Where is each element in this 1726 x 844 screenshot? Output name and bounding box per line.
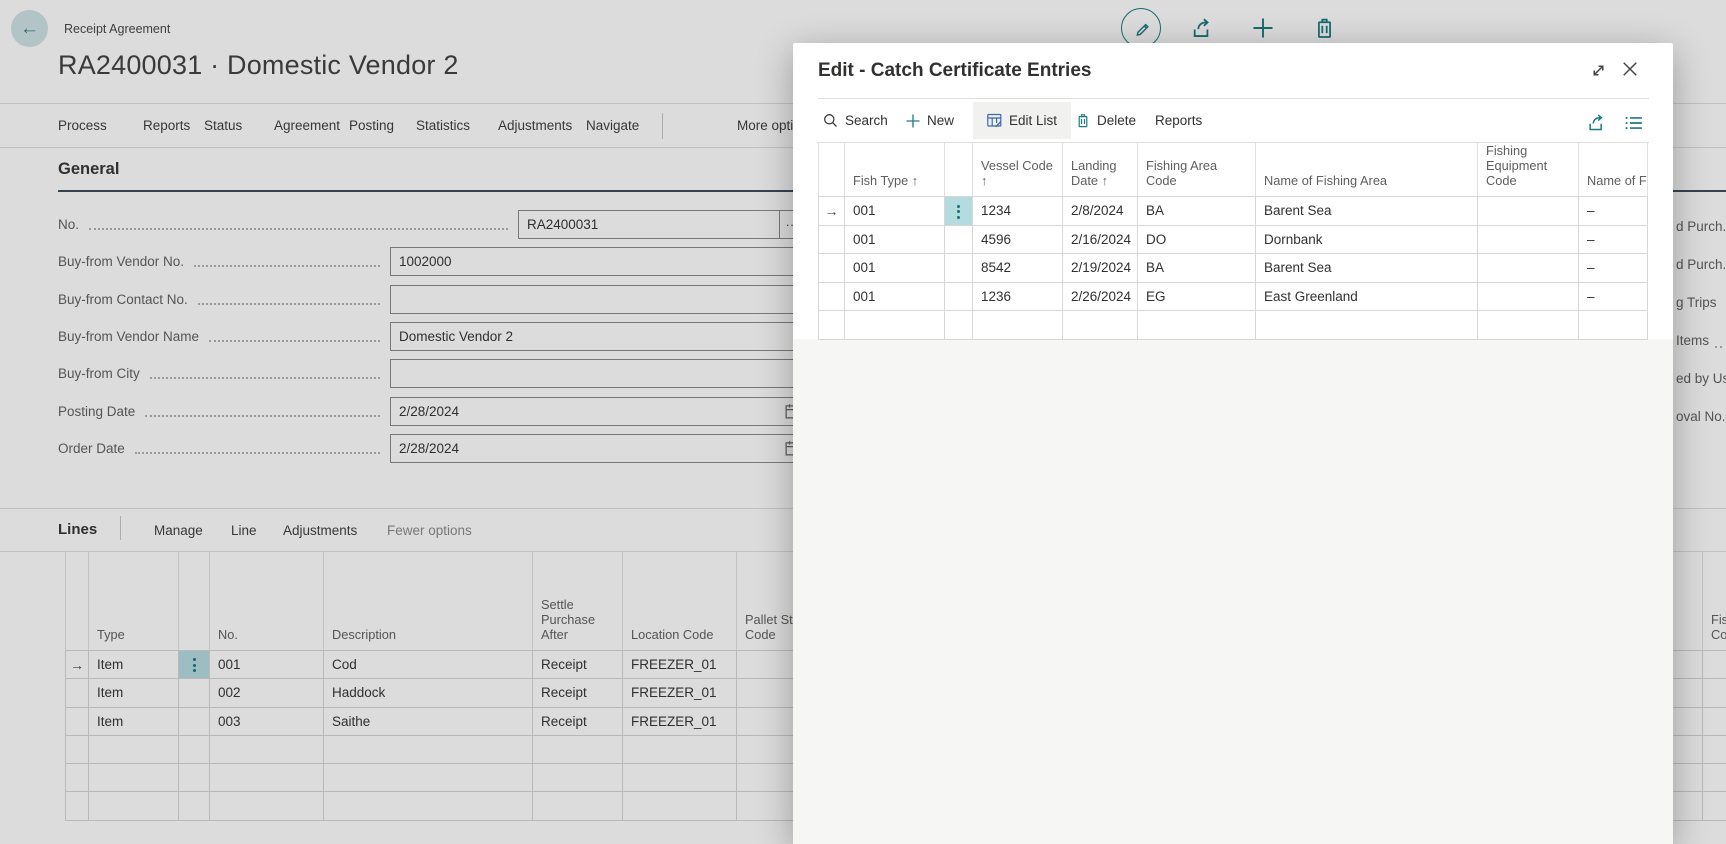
search-icon (824, 114, 837, 127)
catch-certificate-table: Fish Type ↑ Vessel Code ↑ Landing Date ↑… (818, 142, 1648, 340)
col-fish-type[interactable]: Fish Type ↑ (844, 142, 945, 197)
dialog-header-row: Fish Type ↑ Vessel Code ↑ Landing Date ↑… (818, 142, 1648, 197)
trash-icon (1078, 114, 1088, 128)
cell-vessel-code[interactable]: 1234 (972, 196, 1063, 226)
cell-fishing-area-name[interactable]: East Greenland (1255, 281, 1478, 312)
dialog-title: Edit - Catch Certificate Entries (818, 60, 1092, 81)
app-window: ← Receipt Agreement RA2400031 · Domestic… (0, 0, 1726, 844)
cell-landing-date[interactable]: 2/26/2024 (1062, 281, 1138, 312)
catch-row[interactable]: → 001 1234 2/8/2024 BA Barent Sea – (818, 196, 1648, 226)
cell-options[interactable] (944, 196, 973, 226)
catch-row[interactable]: 001 8542 2/19/2024 BA Barent Sea – (818, 253, 1648, 283)
catch-empty-row[interactable] (818, 310, 1648, 340)
expand-dialog-button[interactable] (1590, 62, 1607, 79)
edit-list-icon (987, 113, 1002, 128)
cell-equipment-code[interactable] (1477, 253, 1579, 283)
cell-equipment-code[interactable] (1477, 224, 1579, 255)
edit-list-button[interactable]: Edit List (973, 102, 1072, 139)
col-fishing-area-code[interactable]: Fishing Area Code (1137, 142, 1256, 197)
cell-fish-type[interactable]: 001 (844, 196, 945, 226)
cell-equipment-code[interactable] (1477, 281, 1579, 312)
cell-name-of-fis[interactable]: – (1578, 281, 1648, 312)
cell-fishing-area-name[interactable]: Barent Sea (1255, 253, 1478, 283)
cell-name-of-fis[interactable]: – (1578, 196, 1648, 226)
reports-button[interactable]: Reports (1155, 99, 1202, 142)
share-icon (1589, 114, 1603, 131)
catch-certificate-dialog: Edit - Catch Certificate Entries Search … (793, 43, 1673, 844)
delete-button[interactable]: Delete (1076, 99, 1136, 142)
cell-fishing-area-code[interactable]: BA (1137, 196, 1256, 226)
cell-landing-date[interactable]: 2/8/2024 (1062, 196, 1138, 226)
share-list-button[interactable] (1587, 113, 1606, 132)
row-marker: → (818, 196, 845, 226)
col-landing-date[interactable]: Landing Date ↑ (1062, 142, 1138, 197)
cell-name-of-fis[interactable]: – (1578, 224, 1648, 255)
cell-fishing-area-code[interactable]: EG (1137, 281, 1256, 312)
cell-fishing-area-code[interactable]: BA (1137, 253, 1256, 283)
dialog-body-background (793, 339, 1673, 844)
cell-fish-type[interactable]: 001 (844, 281, 945, 312)
cell-fishing-area-name[interactable]: Barent Sea (1255, 196, 1478, 226)
list-icon (1625, 116, 1642, 130)
close-dialog-button[interactable] (1622, 61, 1638, 77)
cell-fishing-area-code[interactable]: DO (1137, 224, 1256, 255)
ellipsis-vertical-icon (957, 204, 960, 219)
cell-fish-type[interactable]: 001 (844, 253, 945, 283)
col-vessel-code[interactable]: Vessel Code ↑ (972, 142, 1063, 197)
cell-fishing-area-name[interactable]: Dornbank (1255, 224, 1478, 255)
cell-landing-date[interactable]: 2/16/2024 (1062, 224, 1138, 255)
cell-vessel-code[interactable]: 8542 (972, 253, 1063, 283)
col-name-of-fis[interactable]: Name of Fis (1578, 142, 1648, 197)
cell-landing-date[interactable]: 2/19/2024 (1062, 253, 1138, 283)
cell-vessel-code[interactable]: 4596 (972, 224, 1063, 255)
catch-row[interactable]: 001 4596 2/16/2024 DO Dornbank – (818, 224, 1648, 255)
col-name-of-fishing-area[interactable]: Name of Fishing Area (1255, 142, 1478, 197)
cell-name-of-fis[interactable]: – (1578, 253, 1648, 283)
expand-icon (1593, 65, 1604, 76)
catch-row[interactable]: 001 1236 2/26/2024 EG East Greenland – (818, 281, 1648, 312)
plus-icon (906, 114, 920, 127)
new-button[interactable]: New (906, 99, 954, 142)
list-view-button[interactable] (1625, 115, 1643, 131)
cell-equipment-code[interactable] (1477, 196, 1579, 226)
cell-fish-type[interactable]: 001 (844, 224, 945, 255)
close-icon (1623, 62, 1637, 76)
col-fishing-equipment-code[interactable]: Fishing Equipment Code (1477, 142, 1579, 197)
search-button[interactable]: Search (823, 99, 888, 142)
cell-vessel-code[interactable]: 1236 (972, 281, 1063, 312)
